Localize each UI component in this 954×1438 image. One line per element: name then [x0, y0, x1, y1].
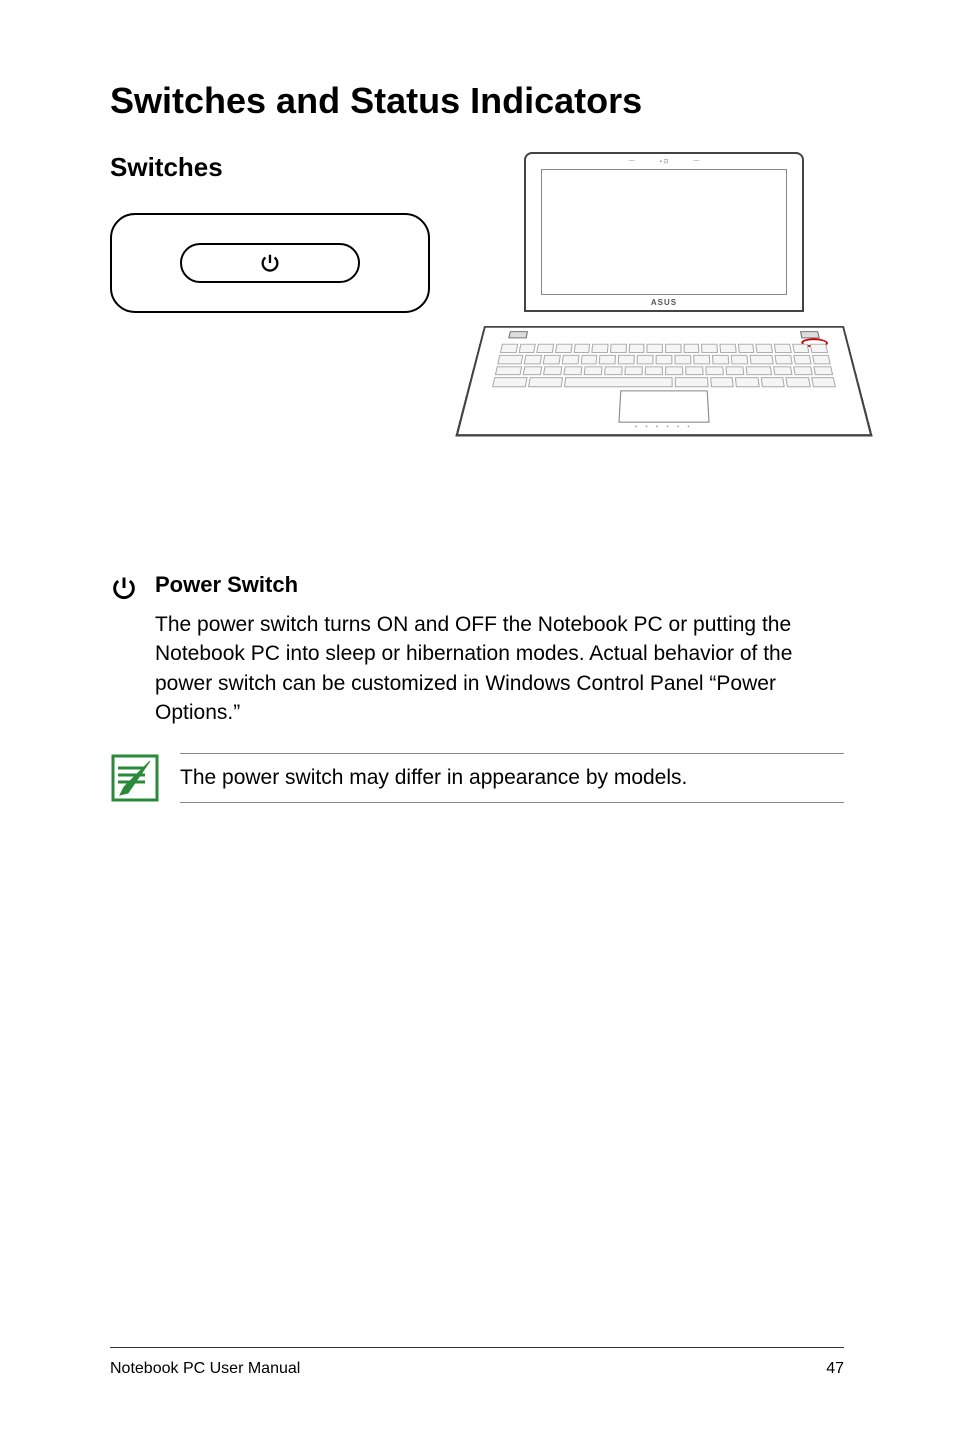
footer-page-number: 47: [826, 1360, 844, 1378]
laptop-diagram: —▪ ⊡— ASUS: [484, 152, 844, 432]
switches-heading: Switches: [110, 152, 454, 183]
power-icon: [259, 252, 281, 274]
footer-left: Notebook PC User Manual: [110, 1360, 300, 1378]
laptop-base: • • • • • •: [455, 326, 872, 436]
hinge-left: [508, 331, 528, 338]
note-block: The power switch may differ in appearanc…: [110, 753, 844, 803]
hinge-right: [800, 331, 820, 338]
touchpad: [618, 390, 709, 422]
note-text: The power switch may differ in appearanc…: [180, 753, 844, 803]
note-icon: [110, 753, 160, 803]
left-column: Switches: [110, 152, 454, 313]
power-switch-section: Power Switch The power switch turns ON a…: [110, 572, 844, 728]
power-switch-title: Power Switch: [155, 572, 844, 598]
power-icon: [110, 574, 138, 607]
power-switch-body: The power switch turns ON and OFF the No…: [155, 610, 844, 728]
laptop-brand-label: ASUS: [651, 298, 677, 307]
indicator-dots: • • • • • •: [635, 424, 693, 431]
keyboard-area: [492, 344, 836, 388]
switch-box-outer: [110, 213, 430, 313]
screen-top-sensors: —▪ ⊡—: [526, 158, 802, 165]
top-section: Switches —▪ ⊡— ASUS: [110, 152, 844, 432]
page-footer: Notebook PC User Manual 47: [110, 1347, 844, 1378]
main-heading: Switches and Status Indicators: [110, 80, 844, 122]
laptop-screen-inner: [541, 169, 787, 295]
laptop-screen: —▪ ⊡—: [524, 152, 804, 312]
switch-box-inner: [180, 243, 360, 283]
